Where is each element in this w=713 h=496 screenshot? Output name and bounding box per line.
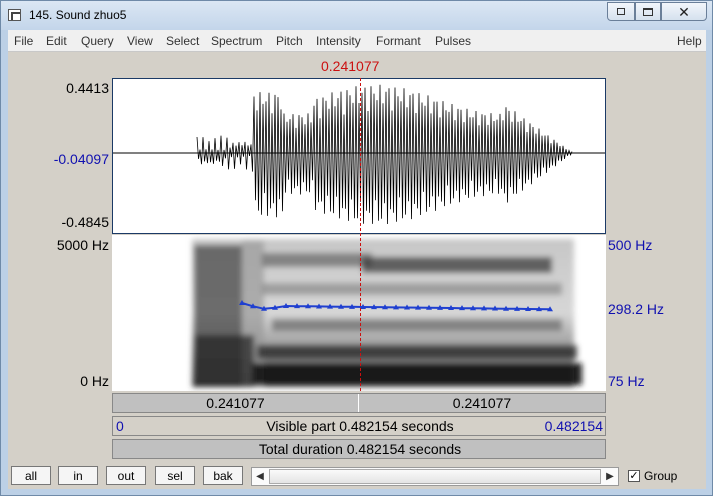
menu-formant[interactable]: Formant [376,34,421,48]
waveform-min-label: -0.4845 [61,214,109,230]
pitch-top-label: 500 Hz [608,237,653,253]
zoom-selection-button[interactable]: sel [155,466,195,485]
visible-end-label: 0.482154 [544,418,603,434]
visible-part-bar[interactable]: 0 Visible part 0.482154 seconds 0.482154 [112,416,606,436]
minimize-button[interactable] [607,2,635,21]
close-icon: ✕ [678,3,690,20]
waveform-trace [196,84,573,225]
window-title: 145. Sound zhuo5 [29,8,127,22]
maximize-icon [643,7,653,16]
zoom-in-button[interactable]: in [58,466,98,485]
all-button[interactable]: all [11,466,51,485]
total-duration-bar[interactable]: Total duration 0.482154 seconds [112,439,606,459]
right-segment-button[interactable]: 0.241077 [359,394,605,412]
menu-view[interactable]: View [127,34,153,48]
visible-part-label: Visible part 0.482154 seconds [266,418,454,434]
menu-file[interactable]: File [14,34,33,48]
waveform-zero-label: -0.04097 [53,151,109,167]
spectrogram-energy [192,239,582,387]
pitch-mid-label: 298.2 Hz [608,301,665,317]
zoom-back-button[interactable]: bak [203,466,243,485]
menu-intensity[interactable]: Intensity [316,34,361,48]
group-label: Group [644,469,678,483]
group-toggle[interactable]: ✓ Group [628,468,677,484]
zoom-out-button[interactable]: out [106,466,146,485]
cursor-time-label: 0.241077 [321,58,380,74]
menu-pitch[interactable]: Pitch [276,34,303,48]
maximize-button[interactable] [635,2,661,21]
waveform-max-label: 0.4413 [66,80,109,96]
menu-pulses[interactable]: Pulses [435,34,471,48]
menu-select[interactable]: Select [166,34,199,48]
cursor-line[interactable] [360,78,361,391]
scroll-thumb[interactable] [269,469,601,484]
praat-sound-window: 145. Sound zhuo5 ✕ File Edit Query View … [0,0,713,496]
minimize-icon [617,8,625,15]
bottom-toolbar: all in out sel bak ◀ ▶ ✓ Group [8,462,706,489]
spectrogram-plot [192,239,582,387]
close-button[interactable]: ✕ [661,2,707,21]
total-duration-label: Total duration 0.482154 seconds [258,441,462,457]
waveform-panel[interactable] [112,78,606,234]
selection-time-bar: 0.241077 0.241077 [112,393,606,413]
spectrogram-panel[interactable] [112,235,606,391]
scroll-right-icon[interactable]: ▶ [602,468,618,485]
scroll-left-icon[interactable]: ◀ [252,468,268,485]
left-segment-button[interactable]: 0.241077 [113,394,358,412]
menu-spectrum[interactable]: Spectrum [211,34,262,48]
sound-editor: 0.241077 0.4413 -0.04097 -0.4845 5000 Hz… [8,52,706,460]
menu-query[interactable]: Query [81,34,114,48]
pitch-bottom-label: 75 Hz [608,373,645,389]
app-icon [8,9,21,21]
spectrogram-freq-top-label: 5000 Hz [56,237,109,253]
menu-bar: File Edit Query View Select Spectrum Pit… [8,30,706,52]
menu-edit[interactable]: Edit [46,34,67,48]
client-area: File Edit Query View Select Spectrum Pit… [8,30,706,489]
menu-help[interactable]: Help [677,34,702,48]
spectrogram-freq-bottom-label: 0 Hz [80,373,109,389]
group-checkbox[interactable]: ✓ [628,470,640,482]
title-bar: 145. Sound zhuo5 ✕ [1,1,712,30]
time-scrollbar[interactable]: ◀ ▶ [251,467,619,486]
